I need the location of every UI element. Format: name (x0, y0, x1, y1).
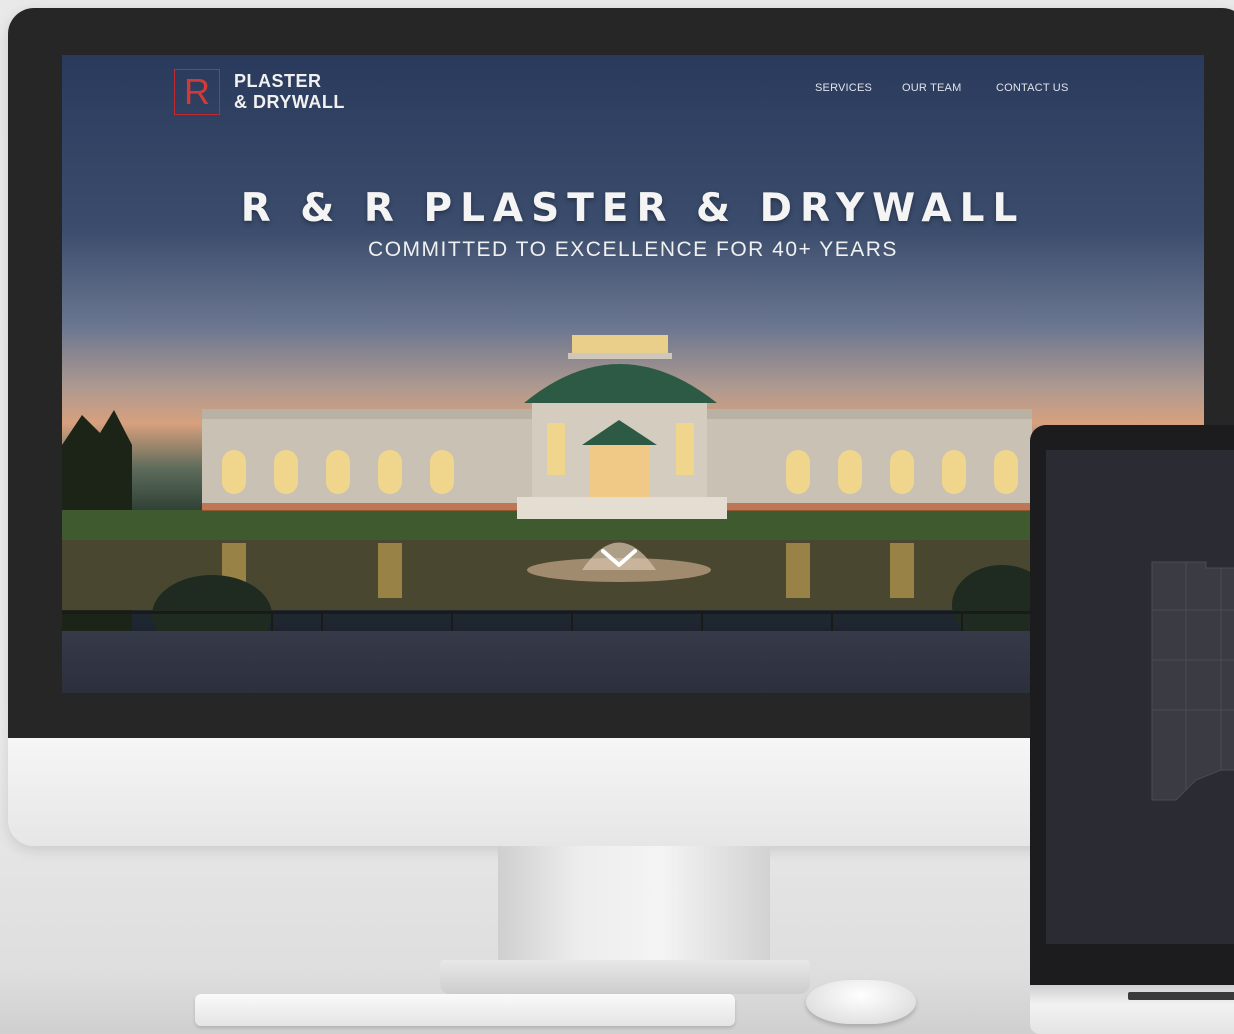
hero-subtitle: COMMITTED TO EXCELLENCE FOR 40+ YEARS (368, 238, 898, 261)
chevron-down-icon[interactable] (599, 545, 639, 571)
mouse (806, 980, 916, 1024)
laptop-hinge (1128, 992, 1234, 1000)
logo-text-line1: PLASTER (234, 71, 322, 91)
logo-letter: R (184, 71, 210, 112)
imac-stand (498, 846, 770, 964)
imac-stand-foot (440, 960, 810, 994)
map-graphic (1151, 561, 1234, 801)
logo-mark[interactable]: R (174, 69, 220, 115)
nav-our-team[interactable]: OUR TEAM (902, 82, 961, 94)
nav-contact-us[interactable]: CONTACT US (996, 82, 1069, 94)
hero-title: R & R PLASTER & DRYWALL (240, 186, 1026, 231)
nav-services[interactable]: SERVICES (815, 82, 872, 94)
keyboard (195, 994, 735, 1026)
laptop-screen (1046, 450, 1234, 944)
logo-text-line2: & DRYWALL (234, 92, 345, 112)
